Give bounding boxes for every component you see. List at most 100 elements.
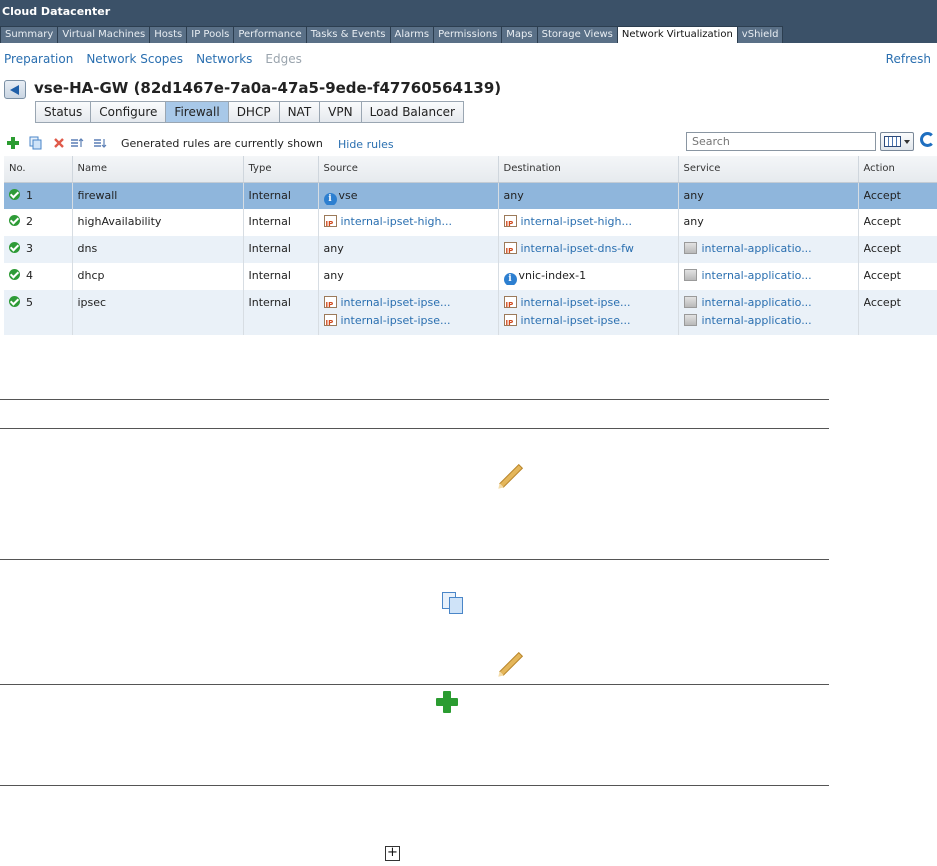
edit-pencil-icon[interactable] bbox=[498, 463, 524, 489]
subnav-networks[interactable]: Networks bbox=[196, 52, 252, 66]
cell-text: any bbox=[503, 188, 524, 202]
tab-performance[interactable]: Performance bbox=[233, 26, 307, 43]
cell-line[interactable]: internal-applicatio... bbox=[683, 267, 858, 285]
cell-line: any bbox=[684, 213, 858, 231]
tab-permissions[interactable]: Permissions bbox=[433, 26, 503, 43]
add-rule-icon[interactable] bbox=[6, 136, 20, 150]
cell-service: internal-applicatio... bbox=[678, 263, 859, 290]
subnav-network-scopes[interactable]: Network Scopes bbox=[86, 52, 183, 66]
refresh-link[interactable]: Refresh bbox=[886, 52, 931, 66]
column-header-name[interactable]: Name bbox=[72, 156, 244, 183]
copy-rule-icon[interactable] bbox=[29, 136, 43, 150]
cell-type: Internal bbox=[243, 182, 319, 209]
tab-hosts[interactable]: Hosts bbox=[149, 26, 188, 43]
subnav-edges[interactable]: Edges bbox=[265, 52, 301, 66]
ipset-icon bbox=[503, 215, 517, 231]
hide-rules-link[interactable]: Hide rules bbox=[338, 138, 394, 151]
cell-line[interactable]: internal-applicatio... bbox=[683, 240, 858, 258]
search-input[interactable] bbox=[686, 132, 876, 151]
cell-source: internal-ipset-high... bbox=[318, 209, 499, 236]
ipset-icon bbox=[503, 314, 517, 330]
cell-text: any bbox=[683, 215, 704, 228]
cell-line[interactable]: internal-ipset-ipse... bbox=[323, 312, 498, 330]
cell-line[interactable]: internal-applicatio... bbox=[683, 294, 858, 312]
cell-text: internal-applicatio... bbox=[701, 296, 812, 309]
cell-line: 3 bbox=[9, 240, 72, 258]
cell-service: any bbox=[678, 182, 859, 209]
tab-vshield[interactable]: vShield bbox=[736, 26, 784, 43]
cell-no: 3 bbox=[4, 236, 73, 263]
cell-no: 1 bbox=[4, 182, 73, 209]
cell-line[interactable]: i vse bbox=[323, 187, 498, 205]
firewall-rules-table: No. Name Type Source Destination Service Actio… bbox=[4, 156, 937, 335]
cell-source: any bbox=[318, 263, 499, 290]
edit-pencil-icon[interactable] bbox=[498, 651, 524, 677]
cell-action: Accept bbox=[858, 290, 937, 335]
tab-status[interactable]: Status bbox=[35, 101, 92, 123]
table-row[interactable]: 5ipsecInternalinternal-ipset-ipse...inte… bbox=[4, 290, 937, 335]
cell-line[interactable]: internal-ipset-ipse... bbox=[323, 294, 498, 312]
tab-summary[interactable]: Summary bbox=[0, 26, 59, 43]
info-icon: i bbox=[503, 273, 517, 285]
service-icon bbox=[683, 296, 697, 308]
tab-storage-views[interactable]: Storage Views bbox=[536, 26, 618, 43]
add-icon[interactable] bbox=[436, 691, 458, 713]
cell-text: internal-applicatio... bbox=[701, 314, 812, 327]
delete-rule-icon[interactable] bbox=[52, 136, 66, 150]
edge-tab-bar: Status Configure Firewall DHCP NAT VPN Load Ba… bbox=[35, 101, 464, 123]
tab-tasks-events[interactable]: Tasks & Events bbox=[305, 26, 391, 43]
tab-ip-pools[interactable]: IP Pools bbox=[186, 26, 235, 43]
table-row[interactable]: 2 highAvailability Internal internal-ipset-… bbox=[4, 209, 937, 236]
column-header-destination[interactable]: Destination bbox=[498, 156, 679, 183]
column-header-action[interactable]: Action bbox=[858, 156, 937, 183]
cell-line[interactable]: internal-ipset-ipse... bbox=[503, 312, 678, 330]
cell-action: Accept bbox=[858, 182, 937, 209]
expand-plus-icon[interactable]: + bbox=[385, 846, 400, 861]
rule-action: Accept bbox=[863, 215, 902, 228]
page-title: vse-HA-GW (82d1467e-7a0a-47a5-9ede-f4776… bbox=[34, 79, 502, 97]
rule-number: 2 bbox=[26, 215, 33, 228]
cell-line[interactable]: internal-applicatio... bbox=[683, 312, 858, 330]
cell-destination: i vnic-index-1 bbox=[498, 263, 679, 290]
column-chooser-button[interactable] bbox=[880, 132, 914, 151]
tab-network-virtualization[interactable]: Network Virtualization bbox=[616, 26, 738, 43]
back-arrow-icon[interactable] bbox=[4, 80, 26, 99]
cell-text: any bbox=[683, 188, 704, 202]
cell-source: any bbox=[318, 236, 499, 263]
tab-configure[interactable]: Configure bbox=[90, 101, 167, 123]
tab-dhcp[interactable]: DHCP bbox=[227, 101, 280, 123]
rule-type: Internal bbox=[248, 242, 291, 255]
tab-alarms[interactable]: Alarms bbox=[389, 26, 435, 43]
tab-vpn[interactable]: VPN bbox=[319, 101, 362, 123]
accept-check-icon bbox=[9, 269, 20, 280]
cell-line[interactable]: i vnic-index-1 bbox=[503, 267, 678, 285]
cell-text: internal-applicatio... bbox=[701, 242, 812, 255]
ipset-icon bbox=[503, 242, 517, 258]
move-down-icon[interactable] bbox=[93, 136, 107, 150]
move-up-icon[interactable] bbox=[70, 136, 84, 150]
subnav-preparation[interactable]: Preparation bbox=[4, 52, 73, 66]
cell-line[interactable]: internal-ipset-high... bbox=[323, 213, 498, 231]
cell-text: internal-ipset-ipse... bbox=[520, 314, 631, 327]
tab-virtual-machines[interactable]: Virtual Machines bbox=[57, 26, 151, 43]
column-header-no-[interactable]: No. bbox=[4, 156, 73, 183]
accept-check-icon bbox=[9, 215, 20, 226]
tab-maps[interactable]: Maps bbox=[501, 26, 538, 43]
cell-name: ipsec bbox=[72, 290, 244, 335]
column-header-service[interactable]: Service bbox=[678, 156, 859, 183]
tab-load-balancer[interactable]: Load Balancer bbox=[360, 101, 464, 123]
tab-nat[interactable]: NAT bbox=[278, 101, 321, 123]
cell-line[interactable]: internal-ipset-ipse... bbox=[503, 294, 678, 312]
cell-type: Internal bbox=[243, 236, 319, 263]
cell-type: Internal bbox=[243, 290, 319, 335]
refresh-icon[interactable] bbox=[920, 132, 935, 147]
tab-firewall[interactable]: Firewall bbox=[165, 101, 229, 123]
table-row[interactable]: 3 dns Internal any internal-ipset-dns-fw inte… bbox=[4, 236, 937, 263]
rule-type: Internal bbox=[248, 188, 291, 202]
column-header-source[interactable]: Source bbox=[318, 156, 499, 183]
table-row[interactable]: 4 dhcp Internal any i vnic-index-1 internal-ap… bbox=[4, 263, 937, 290]
column-header-type[interactable]: Type bbox=[243, 156, 319, 183]
cell-line[interactable]: internal-ipset-high... bbox=[503, 213, 678, 231]
table-row[interactable]: 1 firewall Internal i vse any any Accept bbox=[4, 182, 937, 209]
cell-line[interactable]: internal-ipset-dns-fw bbox=[503, 240, 678, 258]
